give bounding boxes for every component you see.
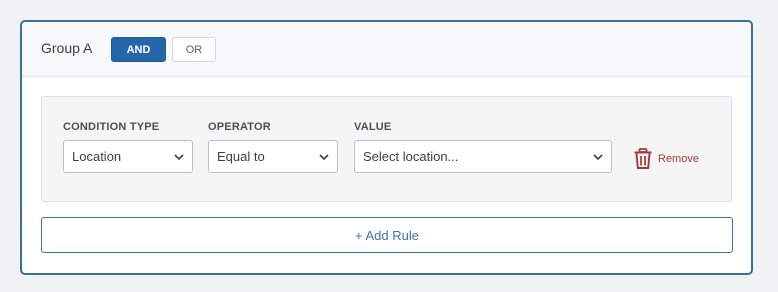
group-header: Group A AND OR: [22, 22, 751, 77]
trash-icon: [634, 148, 652, 169]
chevron-down-icon: [593, 154, 603, 161]
or-toggle-button[interactable]: OR: [172, 37, 216, 62]
condition-type-select[interactable]: Location: [63, 140, 193, 173]
value-label: VALUE: [354, 121, 392, 133]
value-placeholder: Select location...: [363, 149, 459, 164]
condition-type-label: CONDITION TYPE: [63, 121, 160, 133]
operator-label: OPERATOR: [208, 121, 271, 133]
group-card: Group A AND OR CONDITION TYPE Location O…: [20, 20, 753, 275]
chevron-down-icon: [174, 154, 184, 161]
condition-type-value: Location: [72, 149, 122, 164]
chevron-down-icon: [319, 154, 329, 161]
operator-value: Equal to: [217, 149, 265, 164]
add-rule-button[interactable]: + Add Rule: [41, 217, 733, 253]
and-toggle-button[interactable]: AND: [111, 37, 166, 62]
rule-row: CONDITION TYPE Location OPERATOR Equal t…: [41, 96, 732, 202]
value-select[interactable]: Select location...: [354, 140, 612, 173]
operator-select[interactable]: Equal to: [208, 140, 338, 173]
remove-rule-button[interactable]: Remove: [633, 148, 699, 170]
group-title: Group A: [41, 40, 93, 56]
remove-label: Remove: [658, 153, 699, 165]
